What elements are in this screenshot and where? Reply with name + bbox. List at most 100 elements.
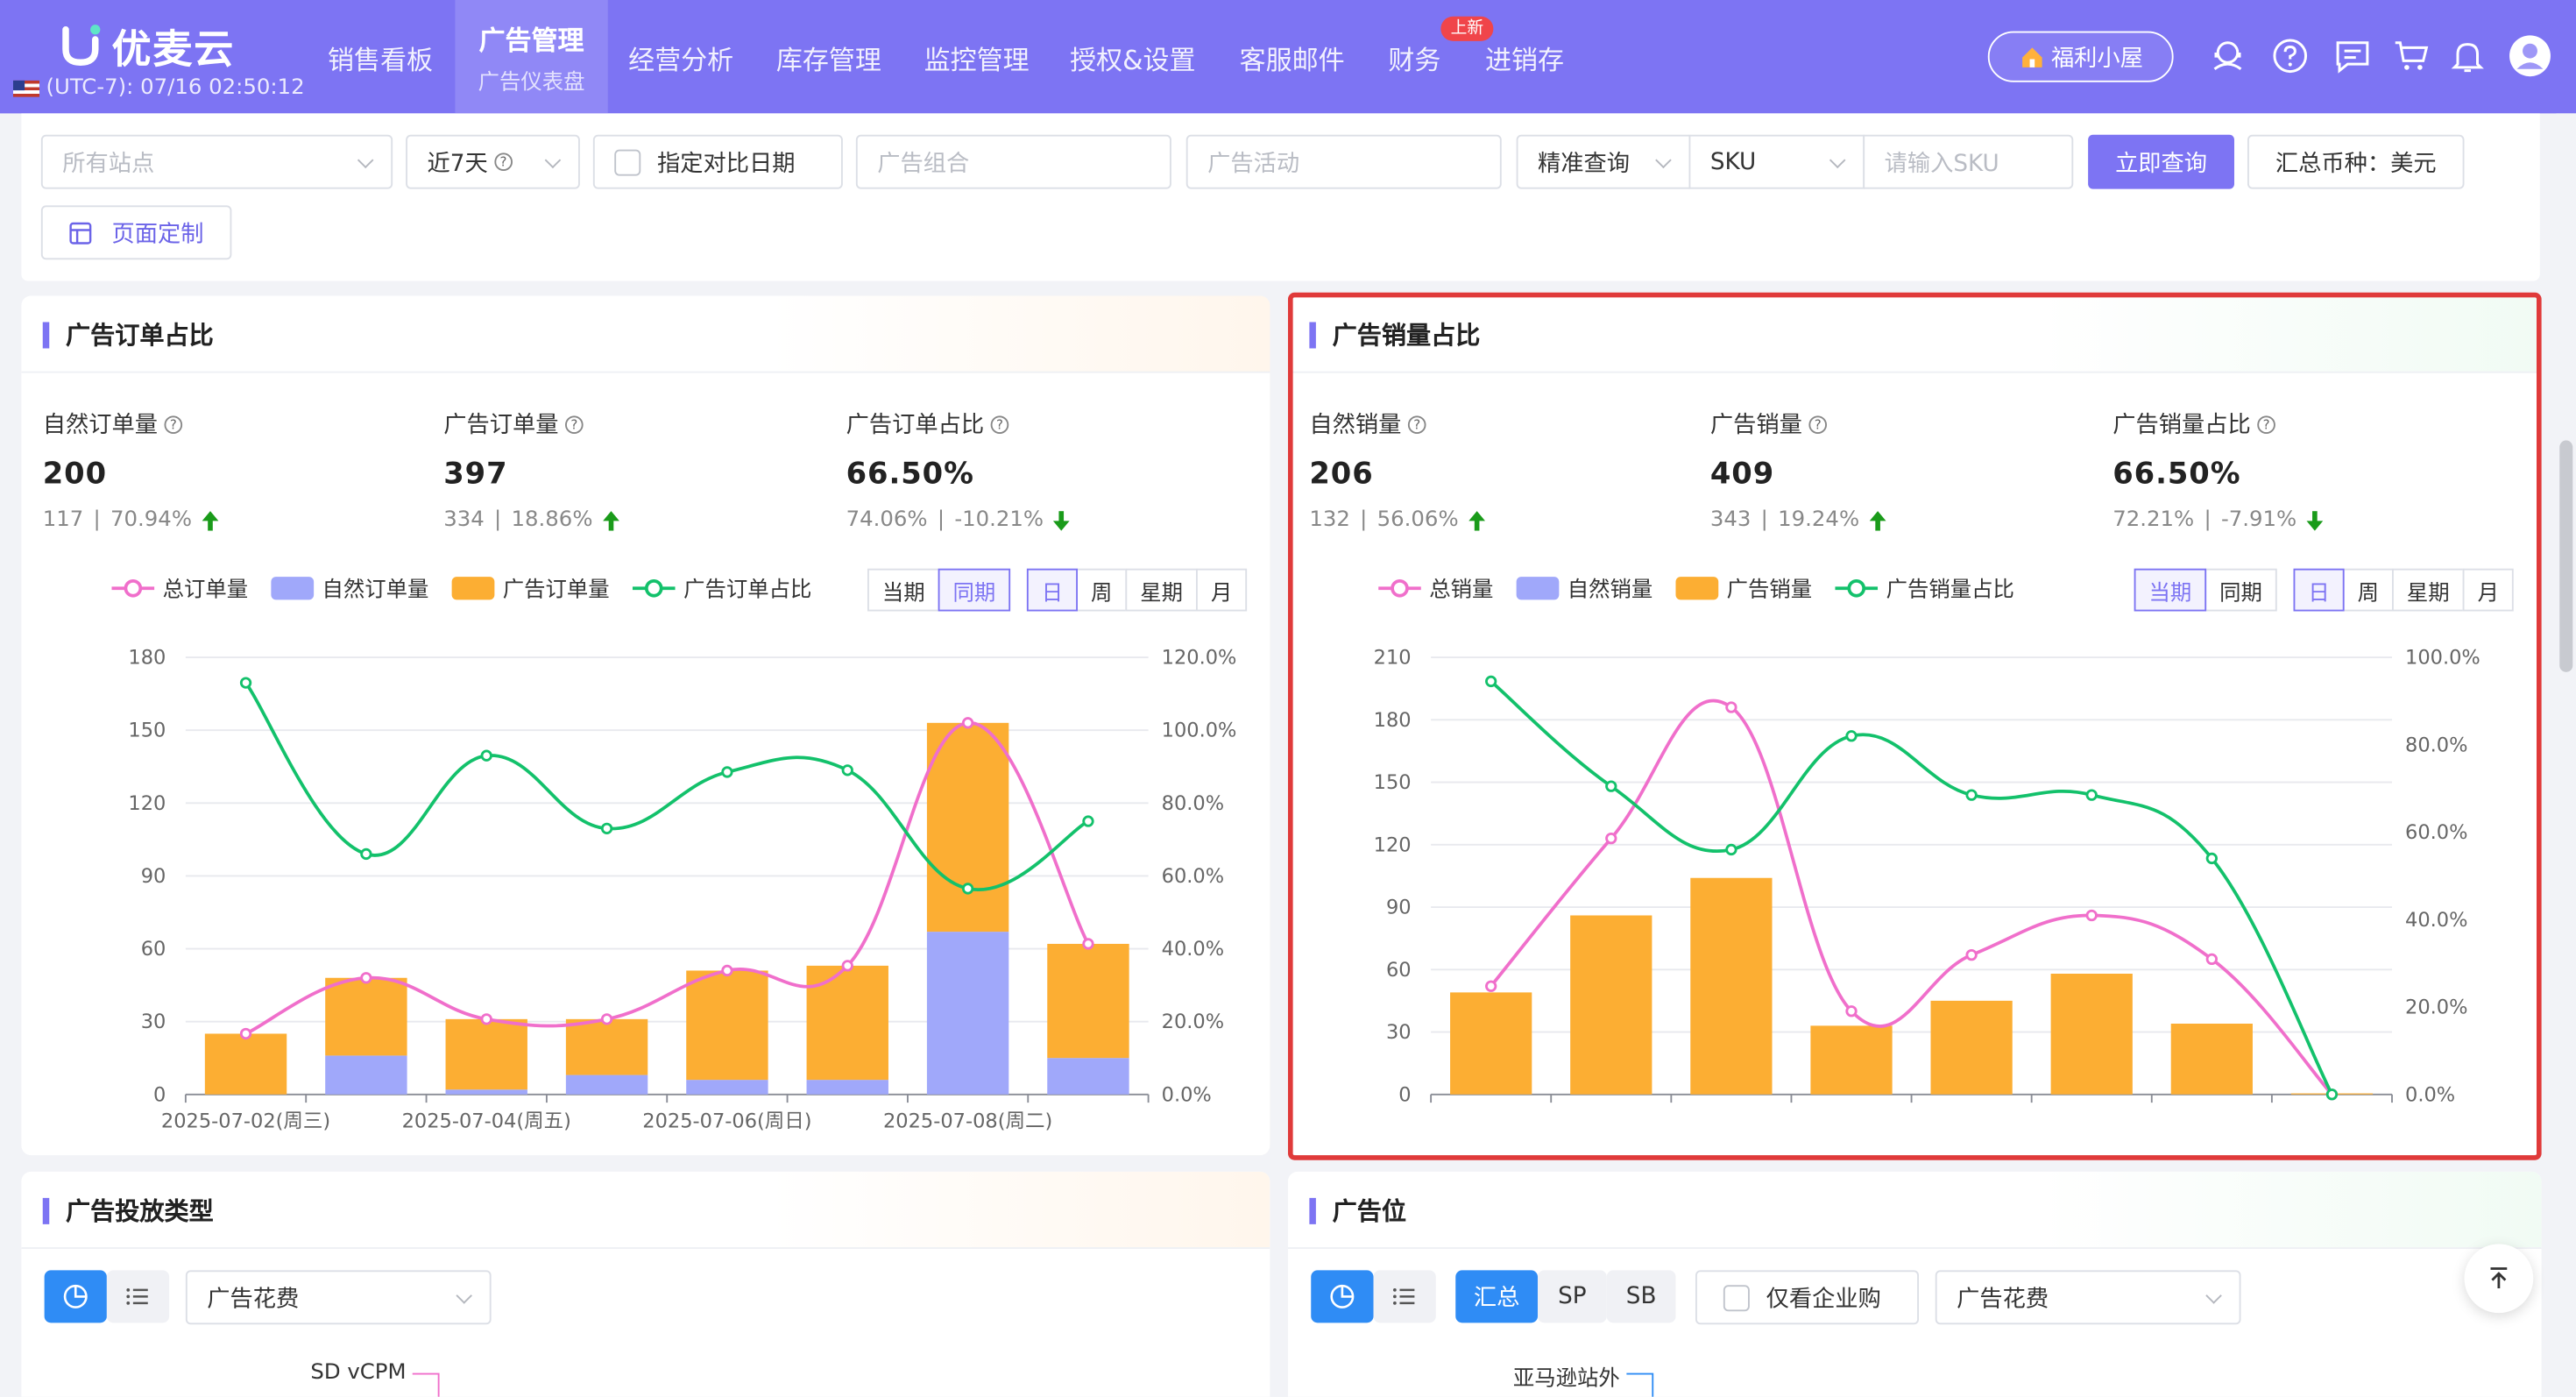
arrow-up-icon (202, 510, 218, 530)
field-select[interactable]: SKU (1688, 134, 1865, 189)
bar-segment (926, 722, 1009, 933)
list-view-button[interactable] (1373, 1270, 1436, 1323)
series-point (600, 1013, 613, 1025)
kpi-label: 广告订单量 (443, 412, 559, 439)
support-icon[interactable] (2208, 36, 2247, 75)
match-mode-select[interactable]: 精准查询 (1516, 134, 1691, 189)
legend-item-ad-sales[interactable]: 广告销量 (1675, 572, 1812, 603)
ad-group-input[interactable]: 广告组合 (855, 134, 1171, 189)
series-point (600, 822, 613, 834)
metric-select[interactable]: 广告花费 (1935, 1270, 2241, 1325)
grain-day[interactable]: 日 (2293, 568, 2345, 612)
y-tick-label: 30 (141, 1011, 166, 1033)
back-to-top-button[interactable] (2464, 1244, 2534, 1314)
nav-inventory[interactable]: 库存管理 (761, 0, 897, 113)
tab-sb[interactable]: SB (1606, 1270, 1676, 1323)
legend-item-ad-order-ratio[interactable]: 广告订单占比 (632, 572, 811, 603)
currency-select[interactable]: 汇总币种：美元 (2247, 134, 2465, 189)
nav-sales-board[interactable]: 销售看板 (312, 0, 449, 113)
kpi-compare: 343 | 19.24% (1709, 507, 1886, 533)
checkbox[interactable] (614, 148, 641, 175)
legend-label: 总销量 (1429, 578, 1494, 604)
y-tick-label: 30 (1386, 1021, 1412, 1044)
bar-segment (926, 932, 1009, 1095)
nav-auth-settings[interactable]: 授权&设置 (1057, 0, 1209, 113)
series-point (1845, 1005, 1858, 1018)
kpi-change: 18.86% (511, 507, 593, 533)
compare-date-checkbox[interactable]: 指定对比日期 (592, 134, 843, 189)
sku-input[interactable]: 请输入SKU (1863, 134, 2074, 189)
help-circle-icon[interactable]: ? (565, 415, 584, 434)
nav-monitoring[interactable]: 监控管理 (909, 0, 1045, 113)
y-tick-label: 210 (1374, 647, 1412, 670)
card-header: 广告订单占比 (21, 295, 1270, 372)
message-icon[interactable] (2333, 36, 2373, 75)
ad-activity-input[interactable]: 广告活动 (1185, 134, 1502, 189)
period-current[interactable]: 当期 (2134, 568, 2207, 612)
bar-segment (686, 970, 768, 1081)
avatar-icon[interactable] (2509, 34, 2551, 77)
tab-sp[interactable]: SP (1538, 1270, 1607, 1323)
legend-item-total-sales[interactable]: 总销量 (1378, 572, 1494, 604)
series-point (1082, 938, 1094, 950)
filter-bar: 所有站点 近7天 ? 指定对比日期 广告组合 广告活动 精准查询 SKU 请输入… (21, 113, 2540, 281)
help-circle-icon[interactable]: ? (1808, 415, 1827, 434)
ad-activity-placeholder: 广告活动 (1207, 150, 1300, 177)
divider (21, 1247, 1270, 1249)
kpi-natural-sales: 自然销量? 206 132 | 56.06% (1309, 408, 1485, 533)
legend-item-total-orders[interactable]: 总订单量 (111, 572, 248, 603)
cart-icon[interactable] (2392, 36, 2431, 75)
grain-month[interactable]: 月 (1196, 568, 1248, 612)
legend-item-natural-orders[interactable]: 自然订单量 (271, 572, 428, 603)
tab-summary[interactable]: 汇总 (1455, 1270, 1538, 1323)
enterprise-only-checkbox[interactable]: 仅看企业购 (1695, 1270, 1919, 1325)
nav-ad-management[interactable]: 广告管理 广告仪表盘 (455, 0, 608, 114)
help-circle-icon[interactable]: ? (990, 415, 1009, 434)
period-toggle: 当期 同期 (2134, 568, 2277, 612)
scrollbar-thumb[interactable] (2559, 440, 2573, 672)
date-range-value: 近7天 (427, 150, 488, 177)
customize-page-button[interactable]: 页面定制 (40, 205, 232, 260)
currency-label: 汇总币种：美元 (2275, 150, 2437, 177)
help-circle-icon[interactable]: ? (2257, 415, 2275, 434)
ad-order-card: 广告订单占比 自然订单量? 200 117 | 70.94% 广告订单量? 397 … (21, 295, 1270, 1156)
app-logo[interactable]: 优麦云 (60, 17, 236, 74)
bell-icon[interactable] (2448, 36, 2488, 75)
period-same-period[interactable]: 同期 (2204, 568, 2277, 612)
nav-finance[interactable]: 财务 (1372, 0, 1458, 113)
pie-view-button[interactable] (44, 1270, 107, 1323)
metric-select[interactable]: 广告花费 (185, 1270, 492, 1325)
checkbox[interactable] (1723, 1284, 1750, 1311)
welfare-button[interactable]: 福利小屋 (1987, 31, 2174, 82)
kpi-label: 广告订单占比 (846, 412, 985, 439)
nav-customer-mail[interactable]: 客服邮件 (1224, 0, 1361, 113)
chevron-down-icon (456, 1287, 472, 1304)
legend-item-ad-sales-ratio[interactable]: 广告销量占比 (1835, 572, 2014, 603)
nav-business-analysis[interactable]: 经营分析 (612, 0, 749, 113)
grain-week[interactable]: 周 (1076, 568, 1128, 612)
pie-view-button[interactable] (1311, 1270, 1374, 1323)
date-range-select[interactable]: 近7天 ? (406, 134, 580, 189)
nav-purchase-sales[interactable]: 进销存 (1470, 0, 1579, 113)
help-circle-icon[interactable]: ? (164, 415, 183, 434)
period-current[interactable]: 当期 (867, 568, 940, 612)
kpi-prev: 343 (1709, 507, 1752, 533)
nav-label: 销售看板 (328, 43, 434, 75)
page-scrollbar[interactable] (2556, 113, 2576, 1397)
legend-item-natural-sales[interactable]: 自然销量 (1516, 572, 1652, 603)
list-view-button[interactable] (106, 1270, 170, 1323)
grain-day[interactable]: 日 (1026, 568, 1079, 612)
help-circle-icon[interactable]: ? (1407, 415, 1426, 434)
series-point (841, 764, 853, 777)
period-same-period[interactable]: 同期 (938, 568, 1011, 612)
query-button[interactable]: 立即查询 (2088, 134, 2234, 189)
grain-week[interactable]: 周 (2342, 568, 2394, 612)
bar-segment (445, 1089, 527, 1095)
grain-month[interactable]: 月 (2462, 568, 2514, 612)
grain-weekday[interactable]: 星期 (2392, 568, 2465, 612)
x-tick-label: 2025-07-06(周日) (642, 1110, 811, 1132)
grain-weekday[interactable]: 星期 (1125, 568, 1198, 612)
legend-item-ad-orders[interactable]: 广告订单量 (451, 572, 610, 603)
help-icon[interactable] (2270, 36, 2310, 75)
site-select[interactable]: 所有站点 (40, 134, 393, 189)
